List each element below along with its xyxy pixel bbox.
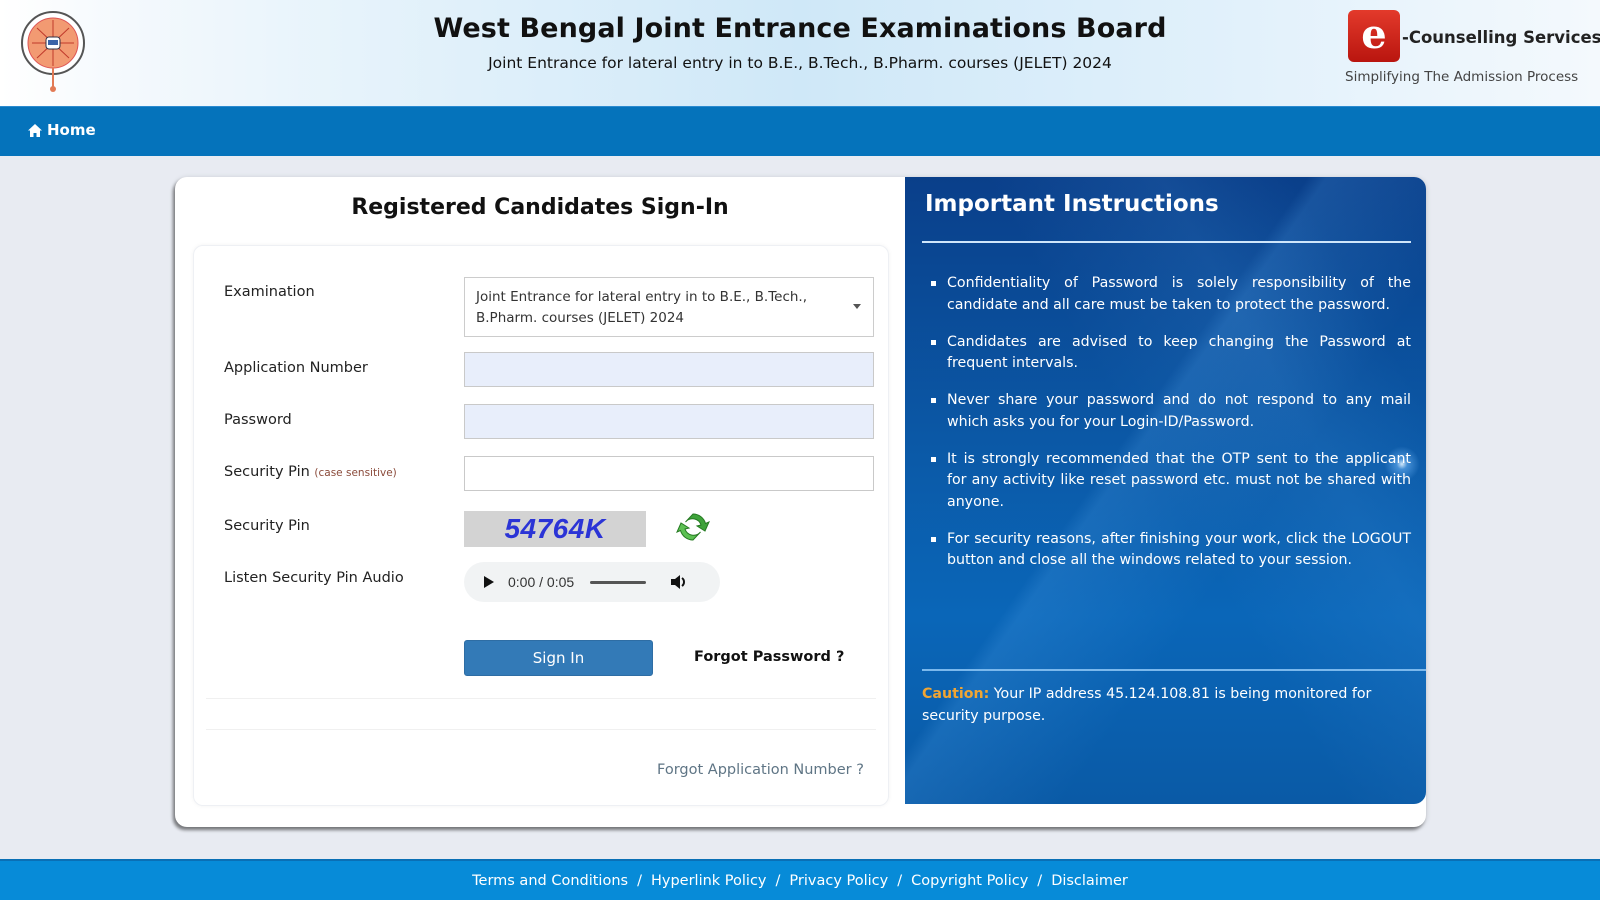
divider — [922, 241, 1411, 243]
instruction-item: For security reasons, after finishing yo… — [931, 529, 1411, 572]
signin-title: Registered Candidates Sign-In — [351, 195, 729, 220]
instruction-item: Confidentiality of Password is solely re… — [931, 273, 1411, 316]
instructions-title: Important Instructions — [925, 191, 1219, 217]
instruction-item: Candidates are advised to keep changing … — [931, 332, 1411, 375]
brand-tagline: Simplifying The Admission Process — [1345, 69, 1579, 85]
divider — [206, 698, 876, 699]
brand-name: -Counselling Services — [1402, 28, 1600, 47]
instruction-item: Never share your password and do not res… — [931, 390, 1411, 433]
password-label: Password — [224, 412, 292, 428]
play-icon[interactable] — [484, 576, 494, 588]
forgot-password-link[interactable]: Forgot Password ? — [694, 649, 844, 665]
captcha-image: 54764K — [464, 511, 646, 547]
audio-time: 0:00 / 0:05 — [508, 574, 575, 590]
examination-selected-value: Joint Entrance for lateral entry in to B… — [476, 289, 808, 326]
examination-select[interactable]: Joint Entrance for lateral entry in to B… — [464, 277, 874, 337]
instruction-item: It is strongly recommended that the OTP … — [931, 449, 1411, 514]
ip-caution-notice: Caution: Your IP address 45.124.108.81 i… — [922, 684, 1416, 727]
nav-home-link[interactable]: Home — [28, 121, 96, 139]
application-number-input[interactable] — [464, 352, 874, 387]
volume-icon[interactable] — [670, 574, 688, 590]
main-navbar: Home — [0, 106, 1600, 156]
forgot-application-number-link[interactable]: Forgot Application Number ? — [657, 762, 864, 778]
footer-link-privacy-policy[interactable]: Privacy Policy — [789, 873, 888, 889]
sign-in-button[interactable]: Sign In — [464, 640, 653, 676]
caution-text: Your IP address 45.124.108.81 is being m… — [922, 686, 1372, 724]
e-counselling-brand: e -Counselling Services Simplifying The … — [1345, 10, 1600, 96]
security-pin-label-text: Security Pin — [224, 464, 310, 480]
case-sensitive-hint: (case sensitive) — [314, 467, 397, 479]
footer-separator: / — [637, 872, 642, 889]
security-pin-captcha-label: Security Pin — [224, 518, 310, 534]
footer-separator: / — [1037, 872, 1043, 889]
examination-label: Examination — [224, 284, 315, 300]
site-header: West Bengal Joint Entrance Examinations … — [0, 0, 1600, 106]
divider — [922, 669, 1426, 671]
site-footer: Terms and Conditions / Hyperlink Policy … — [0, 859, 1600, 900]
footer-link-disclaimer[interactable]: Disclaimer — [1051, 873, 1128, 889]
important-instructions-panel: Important Instructions Confidentiality o… — [905, 177, 1426, 804]
password-input[interactable] — [464, 404, 874, 439]
divider — [206, 729, 876, 730]
instructions-list: Confidentiality of Password is solely re… — [931, 273, 1411, 587]
signin-card: Registered Candidates Sign-In Examinatio… — [175, 177, 1426, 827]
audio-progress-slider[interactable] — [590, 580, 647, 584]
security-pin-input-label: Security Pin (case sensitive) — [224, 464, 397, 480]
nav-home-label: Home — [47, 121, 96, 139]
e-counselling-logo-icon: e — [1348, 10, 1400, 62]
footer-separator: / — [897, 872, 903, 889]
refresh-icon[interactable] — [676, 510, 710, 544]
footer-link-copyright-policy[interactable]: Copyright Policy — [911, 873, 1028, 889]
audio-label: Listen Security Pin Audio — [224, 570, 404, 586]
security-pin-input[interactable] — [464, 456, 874, 491]
signin-form: Examination Joint Entrance for lateral e… — [193, 245, 889, 806]
footer-link-hyperlink-policy[interactable]: Hyperlink Policy — [651, 873, 767, 889]
security-pin-audio-player: 0:00 / 0:05 — [464, 562, 720, 602]
footer-link-terms[interactable]: Terms and Conditions — [472, 873, 628, 889]
footer-separator: / — [775, 872, 781, 889]
home-icon — [28, 123, 42, 137]
caution-label: Caution: — [922, 686, 990, 702]
chevron-down-icon — [853, 304, 861, 309]
application-number-label: Application Number — [224, 360, 368, 376]
